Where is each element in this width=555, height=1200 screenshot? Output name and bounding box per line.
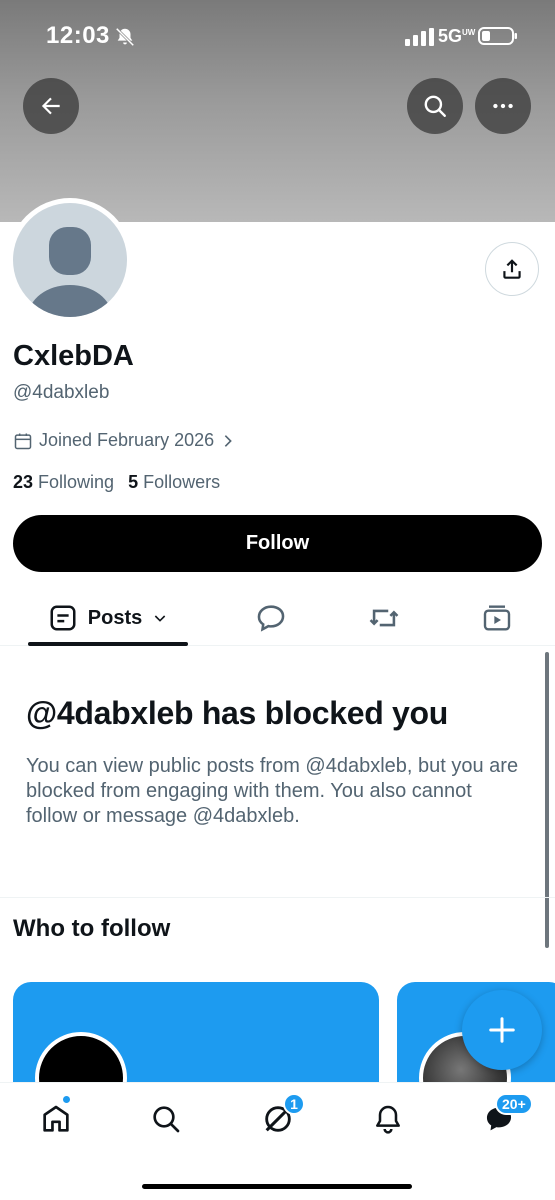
profile-search-button[interactable] (407, 78, 463, 134)
joined-date[interactable]: Joined February 2026 (13, 430, 236, 451)
home-notification-dot (62, 1095, 71, 1104)
status-time: 12:03 (46, 22, 110, 49)
plus-icon (489, 1017, 515, 1043)
back-arrow-icon (41, 97, 60, 115)
tab-posts-label: Posts (87, 606, 143, 629)
calendar-icon (14, 433, 32, 449)
battery-icon (478, 27, 517, 45)
tab-replies[interactable] (254, 590, 288, 646)
chevron-right-icon (224, 434, 232, 447)
more-options-button[interactable] (475, 78, 531, 134)
nav-search[interactable] (144, 1097, 188, 1141)
tab-reposts[interactable] (367, 590, 401, 646)
home-indicator (142, 1184, 412, 1189)
section-divider (0, 897, 555, 898)
nav-home[interactable] (34, 1097, 78, 1141)
tab-posts[interactable]: Posts (28, 590, 188, 646)
active-tab-indicator (28, 642, 188, 646)
replies-icon (257, 605, 285, 632)
reposts-icon (369, 609, 399, 627)
network-label: 5GUW (438, 26, 476, 46)
bell-off-icon (115, 27, 135, 47)
bottom-navigation: 1 20+ (0, 1082, 555, 1200)
more-dots-icon (493, 103, 513, 109)
search-icon (153, 1106, 180, 1133)
tab-media[interactable] (481, 590, 513, 646)
share-icon (503, 259, 521, 279)
default-avatar-icon (13, 203, 127, 317)
messages-badge: 20+ (495, 1093, 533, 1115)
profile-tabs: Posts (0, 590, 555, 646)
profile-avatar[interactable] (8, 198, 132, 322)
scrollbar[interactable] (545, 652, 549, 948)
joined-label: Joined February 2026 (39, 430, 215, 450)
followers-link[interactable]: 5 Followers (128, 472, 220, 493)
chevron-down-icon (155, 615, 166, 622)
following-link[interactable]: 23 Following (13, 472, 114, 493)
bell-icon (376, 1105, 400, 1134)
home-icon (43, 1105, 69, 1132)
follow-button[interactable]: Follow (13, 515, 542, 572)
nav-notifications[interactable] (366, 1097, 410, 1141)
blocked-description: You can view public posts from @4dabxleb… (26, 755, 519, 827)
signal-icon (405, 28, 434, 46)
follow-stats: 23 Following 5 Followers (13, 472, 220, 493)
share-profile-button[interactable] (485, 242, 539, 296)
blocked-title: @4dabxleb has blocked you (26, 695, 449, 731)
profile-handle: @4dabxleb (13, 382, 110, 403)
display-name: CxlebDA (13, 340, 134, 372)
back-button[interactable] (23, 78, 79, 134)
who-to-follow-title: Who to follow (13, 915, 171, 942)
compose-post-button[interactable] (462, 990, 542, 1070)
search-icon (424, 95, 446, 117)
grok-badge: 1 (283, 1093, 305, 1115)
posts-icon (50, 605, 76, 631)
media-icon (483, 605, 511, 631)
